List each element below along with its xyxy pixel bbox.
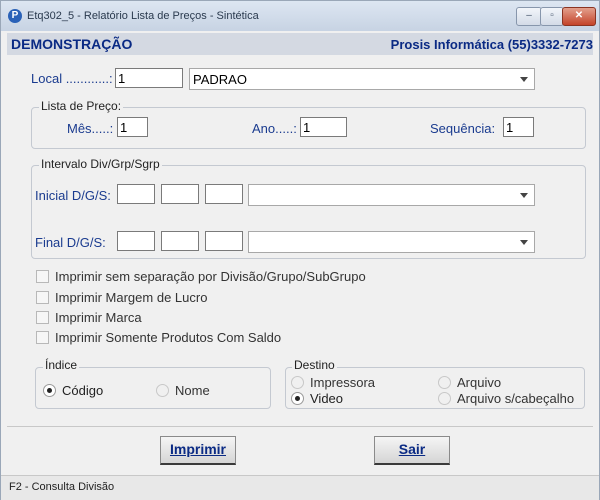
option-marca[interactable]: Imprimir Marca bbox=[36, 310, 142, 325]
intervalo-legend: Intervalo Div/Grp/Sgrp bbox=[39, 157, 162, 171]
final-label: Final D/G/S: bbox=[35, 235, 106, 250]
local-code-input[interactable] bbox=[115, 68, 183, 88]
inicial-subgrupo-input[interactable] bbox=[205, 184, 243, 204]
destino-impressora-radio[interactable]: Impressora bbox=[291, 375, 375, 390]
report-window: P Etq302_5 - Relatório Lista de Preços -… bbox=[0, 0, 600, 500]
window-title: Etq302_5 - Relatório Lista de Preços - S… bbox=[27, 10, 259, 22]
radio-label: Impressora bbox=[310, 375, 376, 390]
radio-label: Video bbox=[310, 391, 344, 406]
title-bar[interactable]: P Etq302_5 - Relatório Lista de Preços -… bbox=[1, 1, 599, 31]
radio-selected[interactable] bbox=[291, 392, 304, 405]
final-grupo-input[interactable] bbox=[161, 231, 199, 251]
option-label: Imprimir Marca bbox=[55, 310, 142, 325]
status-bar: F2 - Consulta Divisão bbox=[1, 475, 599, 500]
radio-unselected[interactable] bbox=[291, 376, 304, 389]
radio-unselected[interactable] bbox=[438, 392, 451, 405]
radio-unselected[interactable] bbox=[438, 376, 451, 389]
minimize-button[interactable]: – bbox=[516, 7, 542, 26]
destino-video-radio[interactable]: Video bbox=[291, 391, 343, 406]
radio-label: Arquivo bbox=[457, 375, 502, 390]
dropdown-arrow-icon[interactable] bbox=[520, 193, 528, 198]
destino-arquivo-cabecalho-radio[interactable]: Arquivo s/cabeçalho bbox=[438, 391, 574, 406]
mes-input[interactable] bbox=[117, 117, 148, 137]
indice-codigo-radio[interactable]: Código bbox=[43, 383, 103, 398]
company-banner: DEMONSTRAÇÃO Prosis Informática (55)3332… bbox=[7, 33, 593, 55]
mes-label: Mês.....: bbox=[67, 121, 114, 136]
indice-nome-radio[interactable]: Nome bbox=[156, 383, 210, 398]
checkbox[interactable] bbox=[36, 311, 49, 324]
imprimir-button[interactable]: Imprimir bbox=[160, 436, 236, 465]
option-label: Imprimir sem separação por Divisão/Grupo… bbox=[55, 269, 366, 284]
radio-unselected[interactable] bbox=[156, 384, 169, 397]
local-select[interactable]: PADRAO bbox=[189, 68, 535, 90]
maximize-button[interactable]: ▫ bbox=[540, 7, 564, 26]
inicial-descricao-select[interactable] bbox=[248, 184, 535, 206]
sequencia-input[interactable] bbox=[503, 117, 534, 137]
final-divisao-input[interactable] bbox=[117, 231, 155, 251]
lista-preco-legend: Lista de Preço: bbox=[39, 99, 124, 113]
inicial-label: Inicial D/G/S: bbox=[35, 188, 111, 203]
dropdown-arrow-icon[interactable] bbox=[520, 77, 528, 82]
checkbox[interactable] bbox=[36, 331, 49, 344]
dropdown-arrow-icon[interactable] bbox=[520, 240, 528, 245]
radio-label: Arquivo s/cabeçalho bbox=[457, 391, 575, 406]
divider bbox=[7, 426, 593, 427]
destino-arquivo-radio[interactable]: Arquivo bbox=[438, 375, 501, 390]
close-button[interactable]: ✕ bbox=[562, 7, 596, 26]
indice-legend: Índice bbox=[43, 358, 80, 372]
option-margem-lucro[interactable]: Imprimir Margem de Lucro bbox=[36, 290, 207, 305]
local-label: Local ............: bbox=[31, 71, 113, 86]
inicial-divisao-input[interactable] bbox=[117, 184, 155, 204]
final-subgrupo-input[interactable] bbox=[205, 231, 243, 251]
app-logo-icon: P bbox=[8, 9, 22, 23]
option-sem-separacao[interactable]: Imprimir sem separação por Divisão/Grupo… bbox=[36, 269, 366, 284]
sair-button[interactable]: Sair bbox=[374, 436, 450, 465]
option-label: Imprimir Somente Produtos Com Saldo bbox=[55, 330, 282, 345]
checkbox[interactable] bbox=[36, 270, 49, 283]
option-somente-saldo[interactable]: Imprimir Somente Produtos Com Saldo bbox=[36, 330, 281, 345]
destino-legend: Destino bbox=[292, 358, 337, 372]
radio-label: Código bbox=[62, 383, 104, 398]
status-text: F2 - Consulta Divisão bbox=[9, 481, 115, 493]
demo-label: DEMONSTRAÇÃO bbox=[11, 36, 133, 52]
local-select-value: PADRAO bbox=[193, 72, 247, 87]
company-info: Prosis Informática (55)3332-7273 bbox=[390, 37, 593, 52]
inicial-grupo-input[interactable] bbox=[161, 184, 199, 204]
final-descricao-select[interactable] bbox=[248, 231, 535, 253]
checkbox[interactable] bbox=[36, 291, 49, 304]
sequencia-label: Sequência: bbox=[430, 121, 496, 136]
ano-input[interactable] bbox=[300, 117, 347, 137]
ano-label: Ano.....: bbox=[252, 121, 297, 136]
option-label: Imprimir Margem de Lucro bbox=[55, 290, 208, 305]
radio-label: Nome bbox=[175, 383, 210, 398]
radio-selected[interactable] bbox=[43, 384, 56, 397]
